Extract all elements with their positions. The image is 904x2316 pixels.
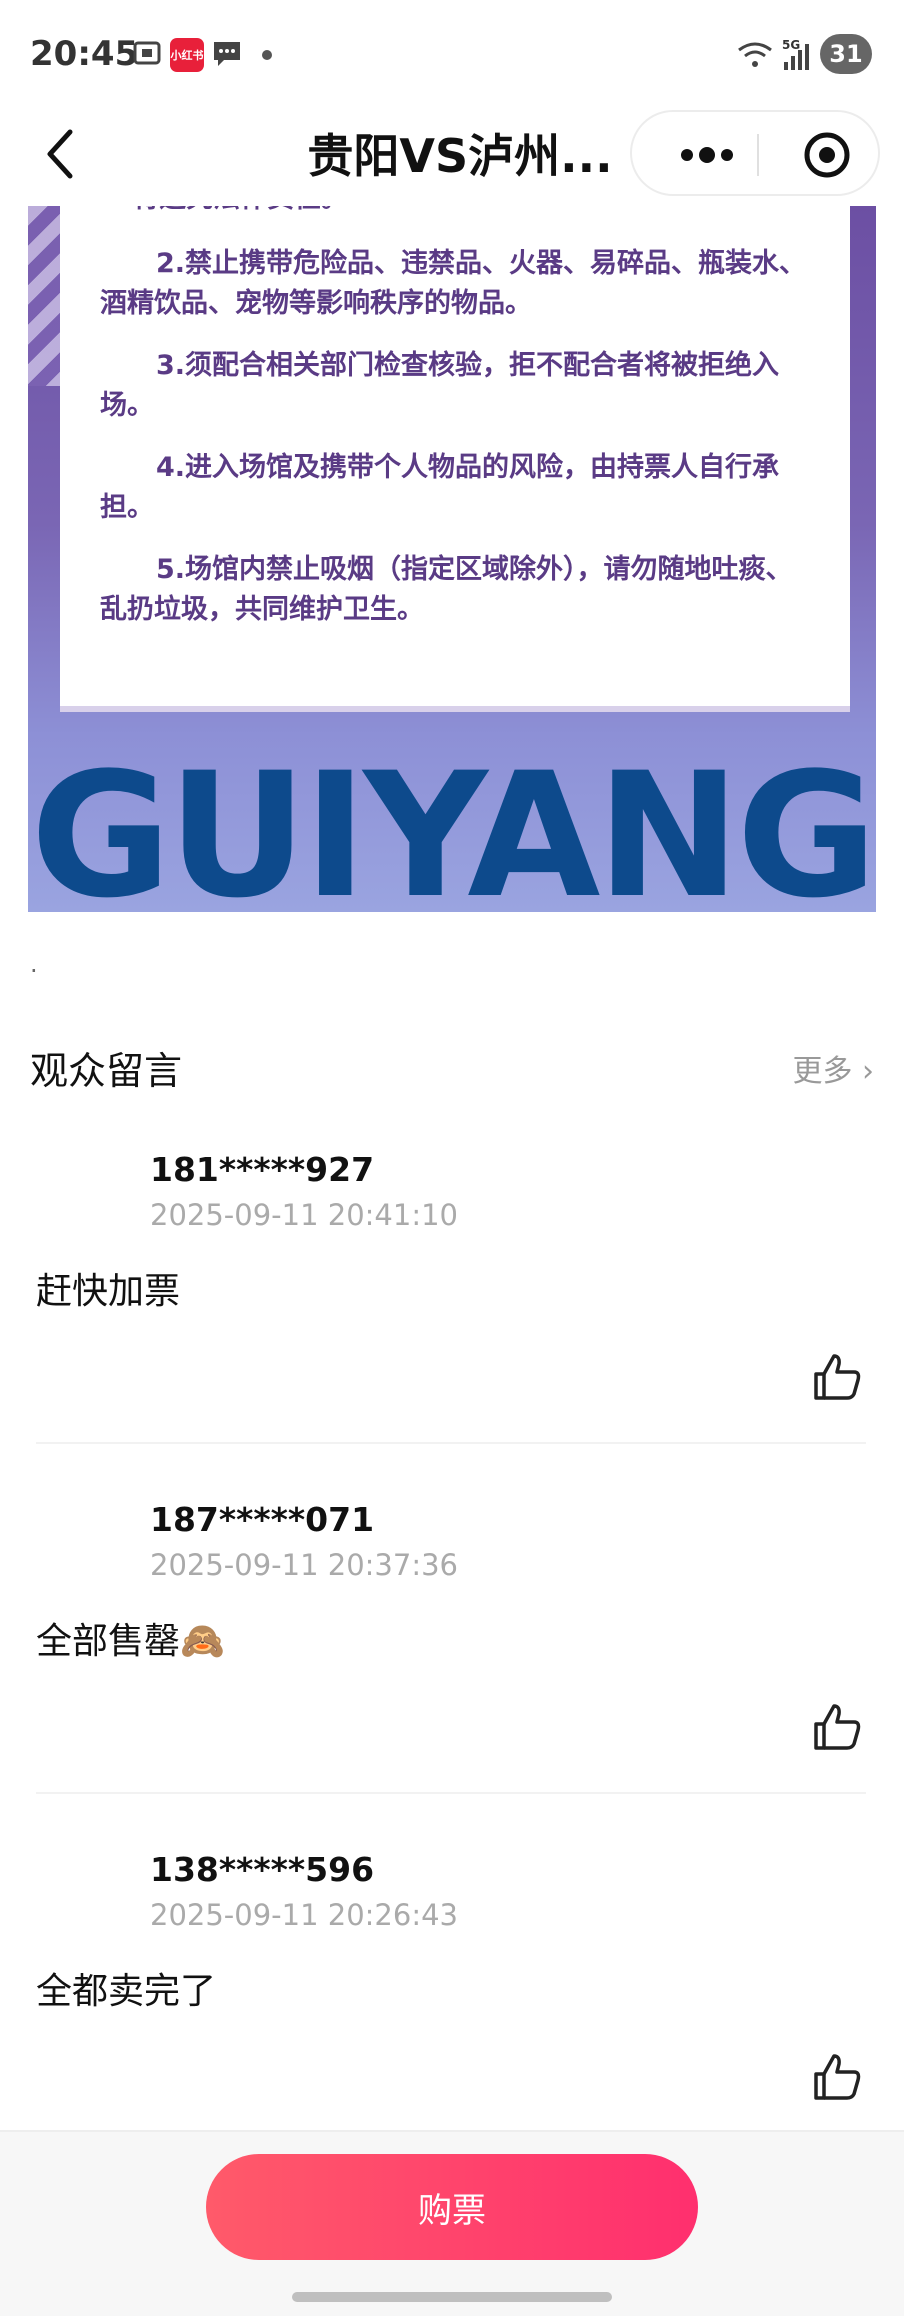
comment-item: 138*****596 2025-09-11 20:26:43 全都卖完了 (30, 1850, 874, 2130)
comment-divider (36, 1792, 866, 1794)
comment-time: 2025-09-11 20:37:36 (150, 1548, 458, 1582)
close-mini-program-button[interactable] (782, 112, 872, 198)
page-title: 贵阳VS泸州... (307, 129, 613, 183)
comment-user: 181*****927 (150, 1150, 375, 1189)
comment-item: 181*****927 2025-09-11 20:41:10 赶快加票 (30, 1150, 874, 1450)
notice-rule: 5.场馆内禁止吸烟（指定区域除外），请勿随地吐痰、乱扔垃圾，共同维护卫生。 (100, 554, 793, 625)
notice-rule: 2.禁止携带危险品、违禁品、火器、易碎品、瓶装水、酒精饮品、宠物等影响秩序的物品… (100, 248, 807, 319)
screenshot-icon (133, 41, 161, 65)
thumbs-up-icon[interactable] (810, 1700, 864, 1754)
comments-header: 观众留言 更多 › (30, 1040, 874, 1096)
comment-time: 2025-09-11 20:41:10 (150, 1198, 458, 1232)
comments-title: 观众留言 (30, 1049, 183, 1093)
more-button[interactable] (662, 112, 752, 198)
thumbs-up-icon[interactable] (810, 1350, 864, 1404)
comment-text: 全都卖完了 (36, 1971, 217, 2012)
notice-card: 将追究法律责任。 2.禁止携带危险品、违禁品、火器、易碎品、瓶装水、酒精饮品、宠… (60, 206, 850, 712)
target-close-icon (804, 132, 850, 178)
notice-rule: 4.进入场馆及携带个人物品的风险，由持票人自行承担。 (100, 452, 780, 523)
chevron-left-icon (47, 129, 73, 179)
capsule-divider (757, 134, 759, 176)
comment-divider (36, 1442, 866, 1444)
battery-indicator: 31 (820, 34, 872, 74)
buy-ticket-button[interactable]: 购票 (206, 2154, 698, 2260)
more-dots-icon (681, 147, 733, 163)
thumbs-up-icon[interactable] (810, 2050, 864, 2104)
status-bar: 20:45 小红书 5G 31 (0, 0, 904, 110)
poster-city-word: GUIYANG (30, 735, 876, 913)
notification-dot (262, 50, 272, 60)
comment-item: 187*****071 2025-09-11 20:37:36 全部售罄🙈 (30, 1500, 874, 1800)
comment-user: 187*****071 (150, 1500, 375, 1539)
status-time: 20:45 (30, 34, 139, 74)
back-button[interactable] (30, 124, 90, 184)
signal-icon (784, 44, 809, 70)
comment-text: 赶快加票 (36, 1271, 181, 1312)
more-comments-link[interactable]: 更多 › (792, 1046, 874, 1090)
comment-time: 2025-09-11 20:26:43 (150, 1898, 458, 1932)
wifi-icon (738, 42, 772, 67)
poster-decoration (28, 206, 62, 386)
home-indicator[interactable] (292, 2292, 612, 2302)
notice-rule: 3.须配合相关部门检查核验，拒不配合者将被拒绝入场。 (100, 350, 780, 421)
notice-cut-line: 将追究法律责任。 (132, 206, 348, 215)
xiaohongshu-app-icon: 小红书 (170, 38, 204, 72)
message-icon (214, 42, 240, 66)
event-poster: 将追究法律责任。 2.禁止携带危险品、违禁品、火器、易碎品、瓶装水、酒精饮品、宠… (28, 206, 876, 912)
text-dot: . (30, 950, 38, 978)
nav-bar: 贵阳VS泸州... (0, 110, 904, 206)
comment-text: 全部售罄🙈 (36, 1621, 225, 1662)
mini-program-capsule (630, 110, 880, 196)
comment-user: 138*****596 (150, 1850, 375, 1889)
bottom-action-bar: 购票 (0, 2130, 904, 2316)
